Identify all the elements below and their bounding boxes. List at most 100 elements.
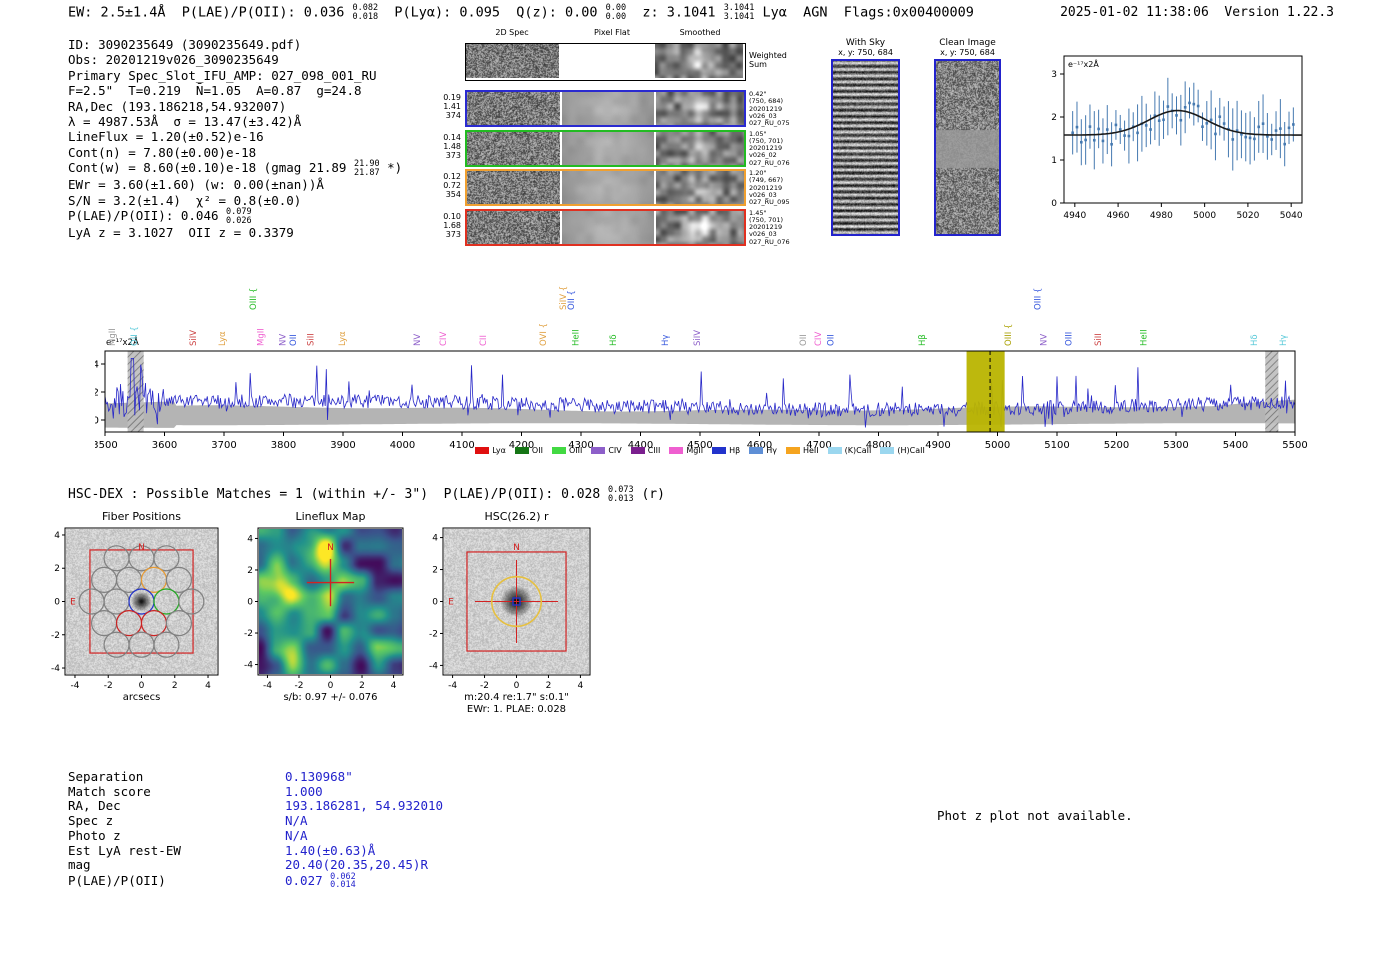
- match-value-text: 0.027: [285, 872, 331, 888]
- plot-text: 5000: [1193, 211, 1216, 221]
- legend-swatch: [591, 447, 606, 454]
- plot-text: -4: [263, 681, 272, 691]
- hsc-image-panel: HSC(26.2) r -4 -4 -2 -2 0 0 2 2 4 4 N E m:20.4 re:1…: [429, 510, 591, 715]
- spec2d-cell-image: [466, 44, 559, 78]
- legend-swatch: [785, 447, 800, 454]
- plot-text: 5500: [1282, 440, 1307, 451]
- spec2d-right-labels: 0.42" (750, 684) 20201219 v026_03 027_RU_075: [749, 90, 790, 127]
- stacked-uncertainty: 21.90 21.87: [354, 160, 380, 177]
- cleanimage-header: Clean Image x, y: 750, 684: [928, 38, 1007, 57]
- legend-item: OIII: [551, 446, 582, 455]
- sub-value: 0.026: [226, 215, 252, 226]
- lineflux-caption: s/b: 0.97 +/- 0.076: [283, 692, 378, 703]
- plot-text: -2: [480, 681, 489, 691]
- spectral-line-label: OIII: [1064, 332, 1074, 346]
- left-label: 0.19: [443, 93, 461, 102]
- spectral-line-label: SiII: [306, 333, 316, 346]
- left-label: 354: [445, 190, 461, 199]
- plot-text: 5040: [1280, 211, 1303, 221]
- match-row: RA, Dec 193.186281, 54.932010: [68, 799, 443, 814]
- legend-label: OII: [531, 446, 543, 455]
- plot-text: -2: [429, 629, 438, 639]
- fiber-xlabel: arcsecs: [122, 692, 161, 703]
- match-value: 1.40(±0.63)Å: [285, 843, 375, 858]
- sub-value: 0.00: [605, 11, 627, 22]
- match-value-text: N/A: [285, 813, 308, 829]
- plot-text: 0: [514, 681, 520, 691]
- plot-text: 3800: [271, 440, 296, 451]
- text-run: ID: 3090235649 (3090235649.pdf): [68, 37, 302, 52]
- legend-item: MgII: [669, 446, 703, 455]
- match-row: Spec z N/A: [68, 813, 443, 829]
- plot-text: 4: [95, 360, 99, 371]
- spec2d-right-labels: 1.45" (750, 701) 20201219 v026_03 027_RU_076: [749, 209, 790, 246]
- plot-text: 2: [95, 388, 99, 399]
- sub-value: 3.1041: [723, 11, 755, 22]
- info-line: EWr = 3.60(±1.60) (w: 0.00(±nan))Å: [68, 177, 402, 192]
- match-value: N/A: [285, 828, 308, 843]
- legend-item: Lyα: [475, 446, 506, 455]
- match-label: mag: [68, 857, 91, 873]
- withsky-title: With Sky: [845, 38, 886, 48]
- spec2d-row: [465, 90, 746, 127]
- spectral-line-label: OII {: [130, 326, 140, 346]
- info-line: RA,Dec (193.186218,54.932007): [68, 99, 402, 114]
- plot-text: 2: [432, 566, 438, 576]
- cleanimage-coords: x, y: 750, 684: [940, 48, 995, 57]
- plot-text: 1: [1051, 156, 1057, 166]
- legend-label: (K)CaII: [844, 446, 872, 455]
- left-label: 0.12: [443, 172, 461, 181]
- legend-label: Hβ: [729, 446, 741, 455]
- spectral-line-label: OVI {: [539, 323, 549, 346]
- match-value-text: 1.000: [285, 783, 323, 799]
- text-run: LyA z = 3.1027 OII z = 0.3379: [68, 225, 294, 241]
- spectral-line-label: NV: [278, 334, 288, 346]
- left-label: 374: [445, 111, 461, 120]
- spectral-line-label: Hδ: [609, 334, 619, 346]
- detection-info-block: ID: 3090235649 (3090235649.pdf) Obs: 2020…: [68, 37, 402, 240]
- sub-value: 0.013: [608, 493, 634, 504]
- match-row: Match score 1.000: [68, 783, 443, 800]
- text-run: Primary Spec_Slot_IFU_AMP: 027_098_001_R…: [68, 67, 377, 83]
- header-segment: P(Lyα): 0.095 Q(z): 0.00: [378, 4, 606, 21]
- weighted-label-line1: Weighted: [749, 51, 787, 60]
- match-value: N/A: [285, 813, 308, 828]
- spectral-line-label: CIV: [814, 332, 824, 346]
- plot-text: -4: [70, 681, 79, 691]
- spectral-line-label: CII: [479, 335, 489, 346]
- plot-text: 3500: [95, 440, 118, 451]
- match-table: Separation 0.130968" Match score 1.000 RA, D…: [68, 769, 443, 890]
- stacked-uncertainty: 3.1041 3.1041: [724, 4, 755, 21]
- match-row: Photo z N/A: [68, 828, 443, 844]
- plot-text: 3700: [211, 440, 236, 451]
- spec2d-right-labels: 1.20" (749, 667) 20201219 v026_03 027_RU_095: [749, 169, 790, 206]
- withsky-image: [833, 61, 898, 234]
- plot-text: 5200: [1104, 440, 1129, 451]
- spectral-line-label: OII {: [567, 290, 577, 310]
- plot-text: 2: [359, 681, 365, 691]
- info-line: ID: 3090235649 (3090235649.pdf): [68, 37, 402, 52]
- info-line: S/N = 3.2(±1.4) χ² = 0.8(±0.0): [68, 193, 402, 208]
- match-value-text: N/A: [285, 827, 308, 843]
- spec2d-cell-image: [467, 171, 560, 204]
- legend-swatch: [669, 447, 684, 454]
- stacked-uncertainty: 0.00 0.00: [606, 4, 626, 21]
- spec2d-cell-image: [656, 131, 744, 165]
- plot-text: 2: [1051, 113, 1057, 123]
- plot-text: 2: [546, 681, 552, 691]
- fiber-positions-title: Fiber Positions: [102, 510, 181, 523]
- legend-item: (K)CaII: [827, 446, 872, 455]
- legend-swatch: [475, 447, 490, 454]
- cleanimage-title: Clean Image: [939, 38, 996, 48]
- legend-item: CIV: [591, 446, 622, 455]
- spec2d-cell-image: [655, 44, 743, 78]
- spec2d-cell-image: [562, 210, 654, 244]
- header-timestamp: 2025-01-02 11:38:06 Version 1.22.3: [1060, 5, 1334, 20]
- detection-highlight: [966, 351, 1005, 432]
- plot-text: -4: [429, 661, 438, 671]
- sub-value: 21.87: [353, 167, 380, 178]
- legend-swatch: [630, 447, 645, 454]
- spec2d-cell-image: [562, 92, 654, 125]
- spectral-line-label: Hγ: [661, 335, 671, 346]
- left-label: 1.48: [443, 141, 461, 151]
